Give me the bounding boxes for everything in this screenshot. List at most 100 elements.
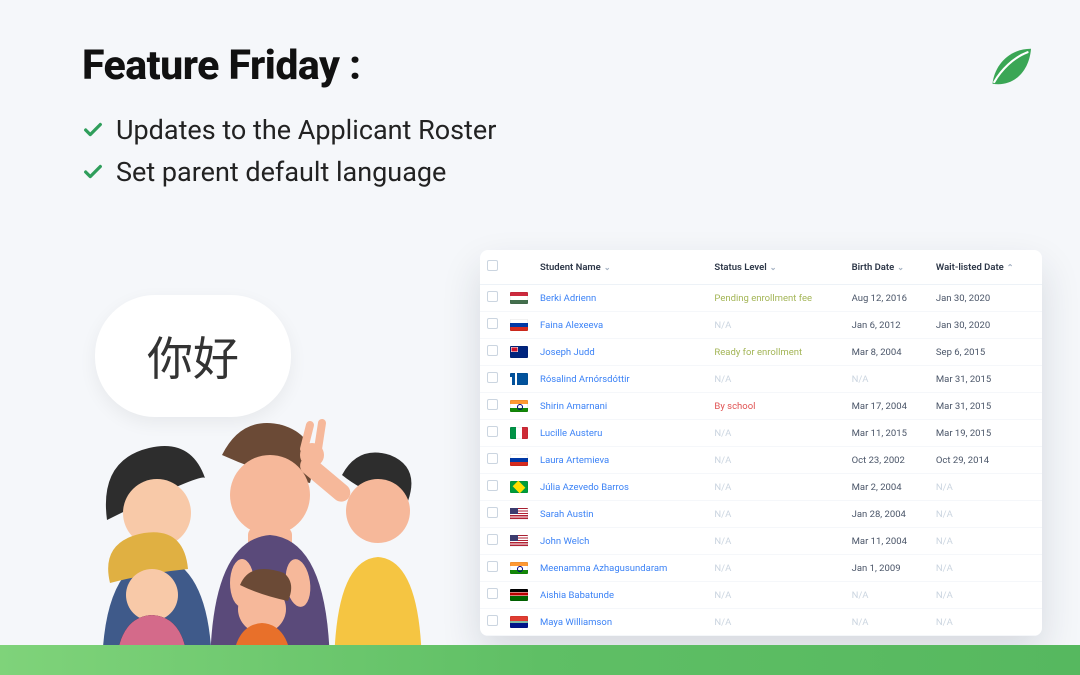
flag-icon: [510, 346, 528, 358]
status-cell: Pending enrollment fee: [708, 285, 845, 312]
col-header-birth-date[interactable]: Birth Date⌄: [846, 250, 930, 285]
student-name-link[interactable]: Joseph Judd: [540, 347, 595, 358]
table-row[interactable]: John WelchN/AMar 11, 2004N/A: [480, 528, 1042, 555]
student-name-cell[interactable]: Maya Williamson: [534, 609, 708, 636]
student-name-cell[interactable]: Laura Artemieva: [534, 447, 708, 474]
row-checkbox-cell[interactable]: [480, 393, 504, 420]
birth-date-text: N/A: [852, 374, 869, 385]
checkbox-icon[interactable]: [487, 426, 498, 437]
row-checkbox-cell[interactable]: [480, 366, 504, 393]
student-name-link[interactable]: Aishia Babatunde: [540, 590, 614, 601]
checkbox-icon[interactable]: [487, 588, 498, 599]
table-row[interactable]: Rósalind ArnórsdóttirN/AN/AMar 31, 2015: [480, 366, 1042, 393]
student-name-link[interactable]: John Welch: [540, 536, 589, 547]
student-name-link[interactable]: Sarah Austin: [540, 509, 594, 520]
check-icon: [82, 161, 104, 183]
flag-icon: [510, 454, 528, 466]
student-name-cell[interactable]: Joseph Judd: [534, 339, 708, 366]
table-row[interactable]: Maya WilliamsonN/AN/AN/A: [480, 609, 1042, 636]
row-checkbox-cell[interactable]: [480, 474, 504, 501]
student-name-link[interactable]: Rósalind Arnórsdóttir: [540, 374, 630, 385]
checkbox-icon[interactable]: [487, 507, 498, 518]
birth-date-cell: N/A: [846, 582, 930, 609]
student-name-cell[interactable]: Faina Alexeeva: [534, 312, 708, 339]
student-name-link[interactable]: Lucille Austeru: [540, 428, 602, 439]
heading-area: Feature Friday : Updates to the Applican…: [82, 42, 496, 198]
checkbox-icon[interactable]: [487, 372, 498, 383]
checkbox-icon[interactable]: [487, 318, 498, 329]
waitlisted-date-text: Mar 31, 2015: [936, 374, 991, 385]
birth-date-cell: Jan 28, 2004: [846, 501, 930, 528]
student-name-cell[interactable]: Lucille Austeru: [534, 420, 708, 447]
table-row[interactable]: Lucille AusteruN/AMar 11, 2015Mar 19, 20…: [480, 420, 1042, 447]
row-checkbox-cell[interactable]: [480, 582, 504, 609]
select-all-header[interactable]: [480, 250, 504, 285]
flag-icon: [510, 562, 528, 574]
student-name-link[interactable]: Faina Alexeeva: [540, 320, 603, 331]
student-name-link[interactable]: Meenamma Azhagusundaram: [540, 563, 667, 574]
row-checkbox-cell[interactable]: [480, 312, 504, 339]
checkbox-icon[interactable]: [487, 260, 498, 271]
flag-cell: [504, 501, 534, 528]
birth-date-text: Mar 17, 2004: [852, 401, 907, 412]
waitlisted-date-cell: Sep 6, 2015: [930, 339, 1042, 366]
checkbox-icon[interactable]: [487, 399, 498, 410]
col-header-student-name[interactable]: Student Name⌄: [534, 250, 708, 285]
col-header-waitlisted-date[interactable]: Wait-listed Date⌃: [930, 250, 1042, 285]
waitlisted-date-text: Oct 29, 2014: [936, 455, 989, 466]
student-name-link[interactable]: Maya Williamson: [540, 617, 612, 628]
table-row[interactable]: Aishia BabatundeN/AN/AN/A: [480, 582, 1042, 609]
row-checkbox-cell[interactable]: [480, 285, 504, 312]
birth-date-cell: Oct 23, 2002: [846, 447, 930, 474]
roster-tbody: Berki AdriennPending enrollment feeAug 1…: [480, 285, 1042, 636]
flag-cell: [504, 474, 534, 501]
checkbox-icon[interactable]: [487, 345, 498, 356]
table-row[interactable]: Júlia Azevedo BarrosN/AMar 2, 2004N/A: [480, 474, 1042, 501]
row-checkbox-cell[interactable]: [480, 609, 504, 636]
student-name-cell[interactable]: Shirin Amarnani: [534, 393, 708, 420]
student-name-link[interactable]: Shirin Amarnani: [540, 401, 607, 412]
student-name-cell[interactable]: Berki Adrienn: [534, 285, 708, 312]
col-label: Wait-listed Date: [936, 262, 1004, 273]
table-row[interactable]: Sarah AustinN/AJan 28, 2004N/A: [480, 501, 1042, 528]
birth-date-cell: Jan 1, 2009: [846, 555, 930, 582]
checkbox-icon[interactable]: [487, 561, 498, 572]
row-checkbox-cell[interactable]: [480, 339, 504, 366]
student-name-cell[interactable]: John Welch: [534, 528, 708, 555]
table-row[interactable]: Meenamma AzhagusundaramN/AJan 1, 2009N/A: [480, 555, 1042, 582]
col-label: Student Name: [540, 262, 601, 273]
table-row[interactable]: Shirin AmarnaniBy schoolMar 17, 2004Mar …: [480, 393, 1042, 420]
status-text: Pending enrollment fee: [714, 293, 812, 304]
student-name-cell[interactable]: Rósalind Arnórsdóttir: [534, 366, 708, 393]
student-name-link[interactable]: Berki Adrienn: [540, 293, 596, 304]
checkbox-icon[interactable]: [487, 615, 498, 626]
checkbox-icon[interactable]: [487, 480, 498, 491]
birth-date-cell: Mar 2, 2004: [846, 474, 930, 501]
student-name-cell[interactable]: Júlia Azevedo Barros: [534, 474, 708, 501]
feature-bullet-list: Updates to the Applicant Roster Set pare…: [82, 114, 496, 188]
student-name-cell[interactable]: Sarah Austin: [534, 501, 708, 528]
waitlisted-date-cell: Jan 30, 2020: [930, 312, 1042, 339]
col-header-status-level[interactable]: Status Level⌄: [708, 250, 845, 285]
status-text: N/A: [714, 536, 731, 547]
table-row[interactable]: Faina AlexeevaN/AJan 6, 2012Jan 30, 2020: [480, 312, 1042, 339]
student-name-cell[interactable]: Meenamma Azhagusundaram: [534, 555, 708, 582]
row-checkbox-cell[interactable]: [480, 555, 504, 582]
table-row[interactable]: Laura ArtemievaN/AOct 23, 2002Oct 29, 20…: [480, 447, 1042, 474]
student-name-cell[interactable]: Aishia Babatunde: [534, 582, 708, 609]
table-row[interactable]: Berki AdriennPending enrollment feeAug 1…: [480, 285, 1042, 312]
student-name-link[interactable]: Laura Artemieva: [540, 455, 609, 466]
row-checkbox-cell[interactable]: [480, 420, 504, 447]
status-cell: N/A: [708, 312, 845, 339]
student-name-link[interactable]: Júlia Azevedo Barros: [540, 482, 629, 493]
roster-table: Student Name⌄ Status Level⌄ Birth Date⌄ …: [480, 250, 1042, 636]
table-row[interactable]: Joseph JuddReady for enrollmentMar 8, 20…: [480, 339, 1042, 366]
checkbox-icon[interactable]: [487, 291, 498, 302]
checkbox-icon[interactable]: [487, 453, 498, 464]
row-checkbox-cell[interactable]: [480, 501, 504, 528]
checkbox-icon[interactable]: [487, 534, 498, 545]
status-cell: By school: [708, 393, 845, 420]
row-checkbox-cell[interactable]: [480, 447, 504, 474]
waitlisted-date-cell: N/A: [930, 501, 1042, 528]
row-checkbox-cell[interactable]: [480, 528, 504, 555]
